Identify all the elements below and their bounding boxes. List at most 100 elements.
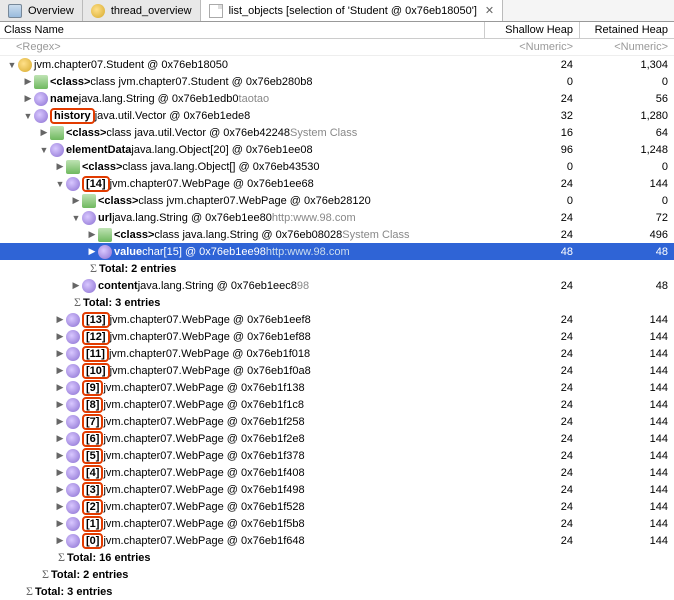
chevron-right-icon[interactable]: ▶ [70, 195, 82, 206]
tree-row[interactable]: ▶<class> class java.lang.Object[] @ 0x76… [0, 158, 674, 175]
field-name: <class> [98, 195, 138, 207]
chevron-right-icon[interactable]: ▶ [54, 365, 66, 376]
tree-row[interactable]: ▶<class> class java.util.Vector @ 0x76eb… [0, 124, 674, 141]
field-icon [66, 517, 80, 531]
tree-row[interactable]: ▼[14] jvm.chapter07.WebPage @ 0x76eb1ee6… [0, 175, 674, 192]
retained-heap-cell: 144 [579, 399, 674, 411]
tree-row[interactable]: ▶[9] jvm.chapter07.WebPage @ 0x76eb1f138… [0, 379, 674, 396]
tree-row[interactable]: ΣTotal: 3 entries [0, 294, 674, 311]
chevron-right-icon[interactable]: ▶ [54, 484, 66, 495]
object-label: jvm.chapter07.WebPage @ 0x76eb1f2e8 [103, 433, 304, 445]
tree-row[interactable]: ▶[1] jvm.chapter07.WebPage @ 0x76eb1f5b8… [0, 515, 674, 532]
chevron-right-icon[interactable]: ▶ [54, 467, 66, 478]
chevron-right-icon[interactable]: ▶ [54, 518, 66, 529]
tree-row[interactable]: ΣTotal: 3 entries [0, 583, 674, 600]
chevron-down-icon[interactable]: ▼ [70, 213, 82, 223]
sigma-icon: Σ [42, 567, 49, 582]
retained-heap-cell: 1,248 [579, 144, 674, 156]
chevron-right-icon[interactable]: ▶ [54, 399, 66, 410]
object-label: java.lang.Object[20] @ 0x76eb1ee08 [131, 144, 312, 156]
chevron-right-icon[interactable]: ▶ [54, 314, 66, 325]
shallow-heap-cell: 24 [484, 59, 579, 71]
tree-row[interactable]: ΣTotal: 2 entries [0, 566, 674, 583]
header-class-name[interactable]: Class Name [0, 22, 484, 38]
tree-row[interactable]: ▼history java.util.Vector @ 0x76eb1ede83… [0, 107, 674, 124]
shallow-heap-cell: 24 [484, 399, 579, 411]
tree-row[interactable]: ▶[8] jvm.chapter07.WebPage @ 0x76eb1f1c8… [0, 396, 674, 413]
tree-row[interactable]: ▶ [5] jvm.chapter07.WebPage @ 0x76eb1f378… [0, 447, 674, 464]
chevron-right-icon[interactable]: ▶ [54, 331, 66, 342]
chevron-right-icon[interactable]: ▶ [54, 433, 66, 444]
shallow-heap-cell: 24 [484, 450, 579, 462]
chevron-right-icon[interactable]: ▶ [22, 93, 34, 104]
chevron-right-icon[interactable]: ▶ [54, 348, 66, 359]
chevron-right-icon[interactable]: ▶ [70, 280, 82, 291]
tree-row[interactable]: ▶[0] jvm.chapter07.WebPage @ 0x76eb1f648… [0, 532, 674, 549]
field-icon [66, 432, 80, 446]
retained-heap-cell: 48 [579, 280, 674, 292]
chevron-right-icon[interactable]: ▶ [54, 450, 66, 461]
value-preview: taotao [239, 93, 270, 105]
chevron-right-icon[interactable]: ▶ [54, 416, 66, 427]
highlighted-key: [7] [82, 414, 103, 430]
chevron-right-icon[interactable]: ▶ [22, 76, 34, 87]
retained-heap-cell: 0 [579, 76, 674, 88]
object-label: jvm.chapter07.WebPage @ 0x76eb1f408 [103, 467, 304, 479]
tree-row[interactable]: ▶[11] jvm.chapter07.WebPage @ 0x76eb1f01… [0, 345, 674, 362]
chevron-right-icon[interactable]: ▶ [54, 382, 66, 393]
chevron-down-icon[interactable]: ▼ [22, 111, 34, 121]
tree-row[interactable]: ▶ [4] jvm.chapter07.WebPage @ 0x76eb1f408… [0, 464, 674, 481]
tree-row[interactable]: ▼url java.lang.String @ 0x76eb1ee80 http… [0, 209, 674, 226]
tree-row[interactable]: ▼ elementData java.lang.Object[20] @ 0x76… [0, 141, 674, 158]
chevron-right-icon[interactable]: ▶ [54, 161, 66, 172]
tab-thread-overview[interactable]: thread_overview [83, 0, 201, 21]
tree-row[interactable]: ▶[10] jvm.chapter07.WebPage @ 0x76eb1f0a… [0, 362, 674, 379]
filter-shallow[interactable]: <Numeric> [484, 39, 579, 55]
field-name: <class> [82, 161, 122, 173]
tree-row[interactable]: ▶<class> class java.lang.String @ 0x76eb… [0, 226, 674, 243]
tree-row[interactable]: ΣTotal: 16 entries [0, 549, 674, 566]
object-label: jvm.chapter07.WebPage @ 0x76eb1f378 [103, 450, 304, 462]
retained-heap-cell: 144 [579, 467, 674, 479]
highlighted-key: [5] [82, 448, 103, 464]
header-retained-heap[interactable]: Retained Heap [579, 22, 674, 38]
tree-row[interactable]: ▶content java.lang.String @ 0x76eb1eec8 … [0, 277, 674, 294]
tree-row[interactable]: ▼jvm.chapter07.Student @ 0x76eb18050241,… [0, 56, 674, 73]
field-name: elementData [66, 144, 131, 156]
chevron-right-icon[interactable]: ▶ [54, 501, 66, 512]
tree-row[interactable]: ▶[2] jvm.chapter07.WebPage @ 0x76eb1f528… [0, 498, 674, 515]
tab-overview[interactable]: Overview [0, 0, 83, 21]
shallow-heap-cell: 24 [484, 348, 579, 360]
chevron-right-icon[interactable]: ▶ [86, 246, 98, 257]
tree-row[interactable]: ▶[12] jvm.chapter07.WebPage @ 0x76eb1ef8… [0, 328, 674, 345]
tree-row[interactable]: ▶ [6] jvm.chapter07.WebPage @ 0x76eb1f2e8… [0, 430, 674, 447]
object-label: class java.util.Vector @ 0x76eb42248 [106, 127, 290, 139]
chevron-down-icon[interactable]: ▼ [6, 60, 18, 70]
tree-row[interactable]: ▶<class> class jvm.chapter07.Student @ 0… [0, 73, 674, 90]
chevron-right-icon[interactable]: ▶ [38, 127, 50, 138]
header-shallow-heap[interactable]: Shallow Heap [484, 22, 579, 38]
highlighted-key: [10] [82, 363, 110, 379]
tree-row[interactable]: ▶name java.lang.String @ 0x76eb1edb0 tao… [0, 90, 674, 107]
filter-retained[interactable]: <Numeric> [579, 39, 674, 55]
chevron-down-icon[interactable]: ▼ [54, 179, 66, 189]
tree-row[interactable]: ▶[13] jvm.chapter07.WebPage @ 0x76eb1eef… [0, 311, 674, 328]
highlighted-key: [13] [82, 312, 110, 328]
highlighted-key: [4] [82, 465, 103, 481]
value-preview: 98 [297, 280, 309, 292]
close-icon[interactable]: ✕ [485, 4, 494, 17]
tab-list-objects[interactable]: list_objects [selection of 'Student @ 0x… [201, 0, 504, 21]
chevron-down-icon[interactable]: ▼ [38, 145, 50, 155]
tree-row[interactable]: ▶<class> class jvm.chapter07.WebPage @ 0… [0, 192, 674, 209]
filter-regex[interactable]: <Regex> [0, 39, 484, 55]
tree-row[interactable]: ▶[3] jvm.chapter07.WebPage @ 0x76eb1f498… [0, 481, 674, 498]
column-headers: Class Name Shallow Heap Retained Heap [0, 22, 674, 39]
tree-row[interactable]: ΣTotal: 2 entries [0, 260, 674, 277]
chevron-right-icon[interactable]: ▶ [86, 229, 98, 240]
tree-row[interactable]: ▶value char[15] @ 0x76eb1ee98 http:www.9… [0, 243, 674, 260]
chevron-right-icon[interactable]: ▶ [54, 535, 66, 546]
retained-heap-cell: 144 [579, 484, 674, 496]
class-icon [66, 160, 80, 174]
highlighted-key: [6] [82, 431, 103, 447]
tree-row[interactable]: ▶[7] jvm.chapter07.WebPage @ 0x76eb1f258… [0, 413, 674, 430]
